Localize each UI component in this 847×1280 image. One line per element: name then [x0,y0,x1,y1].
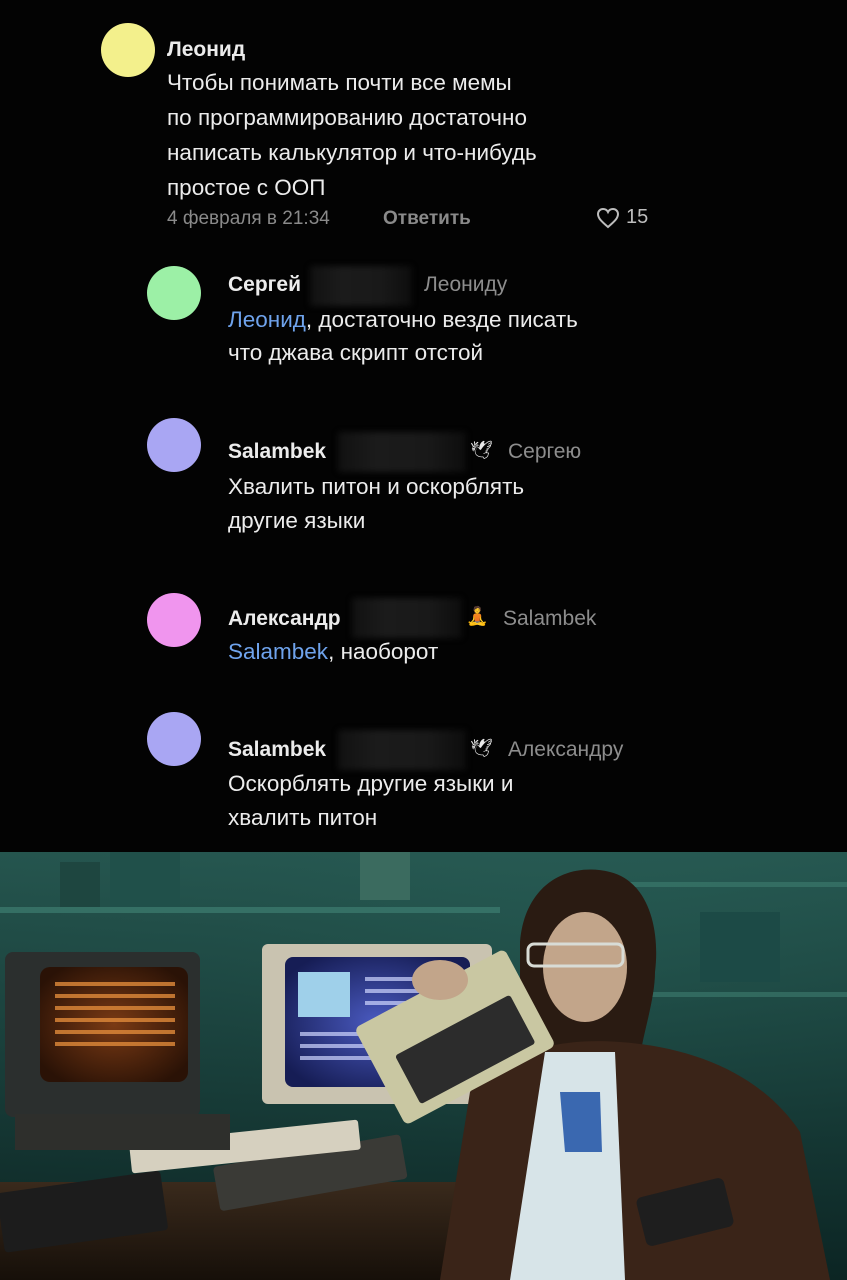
comment-text-line: написать калькулятор и что-нибудь [167,140,537,165]
comment-text-line: Леонид, достаточно везде писать [228,303,578,336]
comment-text-line: Оскорблять другие языки и [228,771,514,796]
reply-to-link[interactable]: Salambek [503,607,596,631]
like-count: 15 [626,206,649,228]
comment-text-line: Хвалить питон и оскорблять [228,474,525,499]
blurred-surname [338,432,466,472]
comment-text-line: простое с ООП [167,175,326,200]
comment-text-line: другие языки [228,508,366,533]
comment-text-line: хвалить питон [228,805,378,830]
comment-text-line: Чтобы понимать почти все мемы [167,70,512,95]
mention-link[interactable]: Salambek [228,639,328,664]
avatar[interactable] [147,418,201,472]
comment-thread: Леонид Чтобы понимать почти все мемы по … [0,0,847,852]
avatar[interactable] [147,712,201,766]
reply-to-link[interactable]: Александру [508,738,623,762]
comment-author[interactable]: Сергей [228,273,301,297]
retro-computers-photo [0,852,847,1280]
comment-author[interactable]: Salambek [228,440,326,464]
avatar[interactable] [147,593,201,647]
comment-date: 4 февраля в 21:34 [167,208,330,229]
mention-link[interactable]: Леонид [228,307,306,332]
comment-text-line: что джава скрипт отстой [228,340,484,365]
dove-badge-icon: 🕊 [470,738,493,758]
comment-author[interactable]: Salambek [228,738,326,762]
comment-author[interactable]: Леонид [167,38,245,62]
comment-text: , наоборот [328,639,439,664]
comment-text: , достаточно везде писать [305,307,578,332]
reply-to-link[interactable]: Леониду [424,273,507,297]
blurred-surname [338,730,466,770]
avatar[interactable] [101,23,155,77]
comment-text-line: по программированию достаточно [167,105,527,130]
dove-badge-icon: 🕊 [470,440,493,460]
reply-button[interactable]: Ответить [383,208,471,230]
blurred-surname [310,266,412,306]
photo-illustration [0,852,847,1280]
heart-outline-icon [596,207,620,228]
reply-to-link[interactable]: Сергею [508,440,581,464]
blurred-surname [352,598,462,638]
comment-text-line: Salambek, наоборот [228,635,438,668]
like-button[interactable]: 15 [596,206,648,229]
comment-author[interactable]: Александр [228,607,341,631]
avatar[interactable] [147,266,201,320]
meditation-badge-icon: 🧘 [466,606,489,626]
